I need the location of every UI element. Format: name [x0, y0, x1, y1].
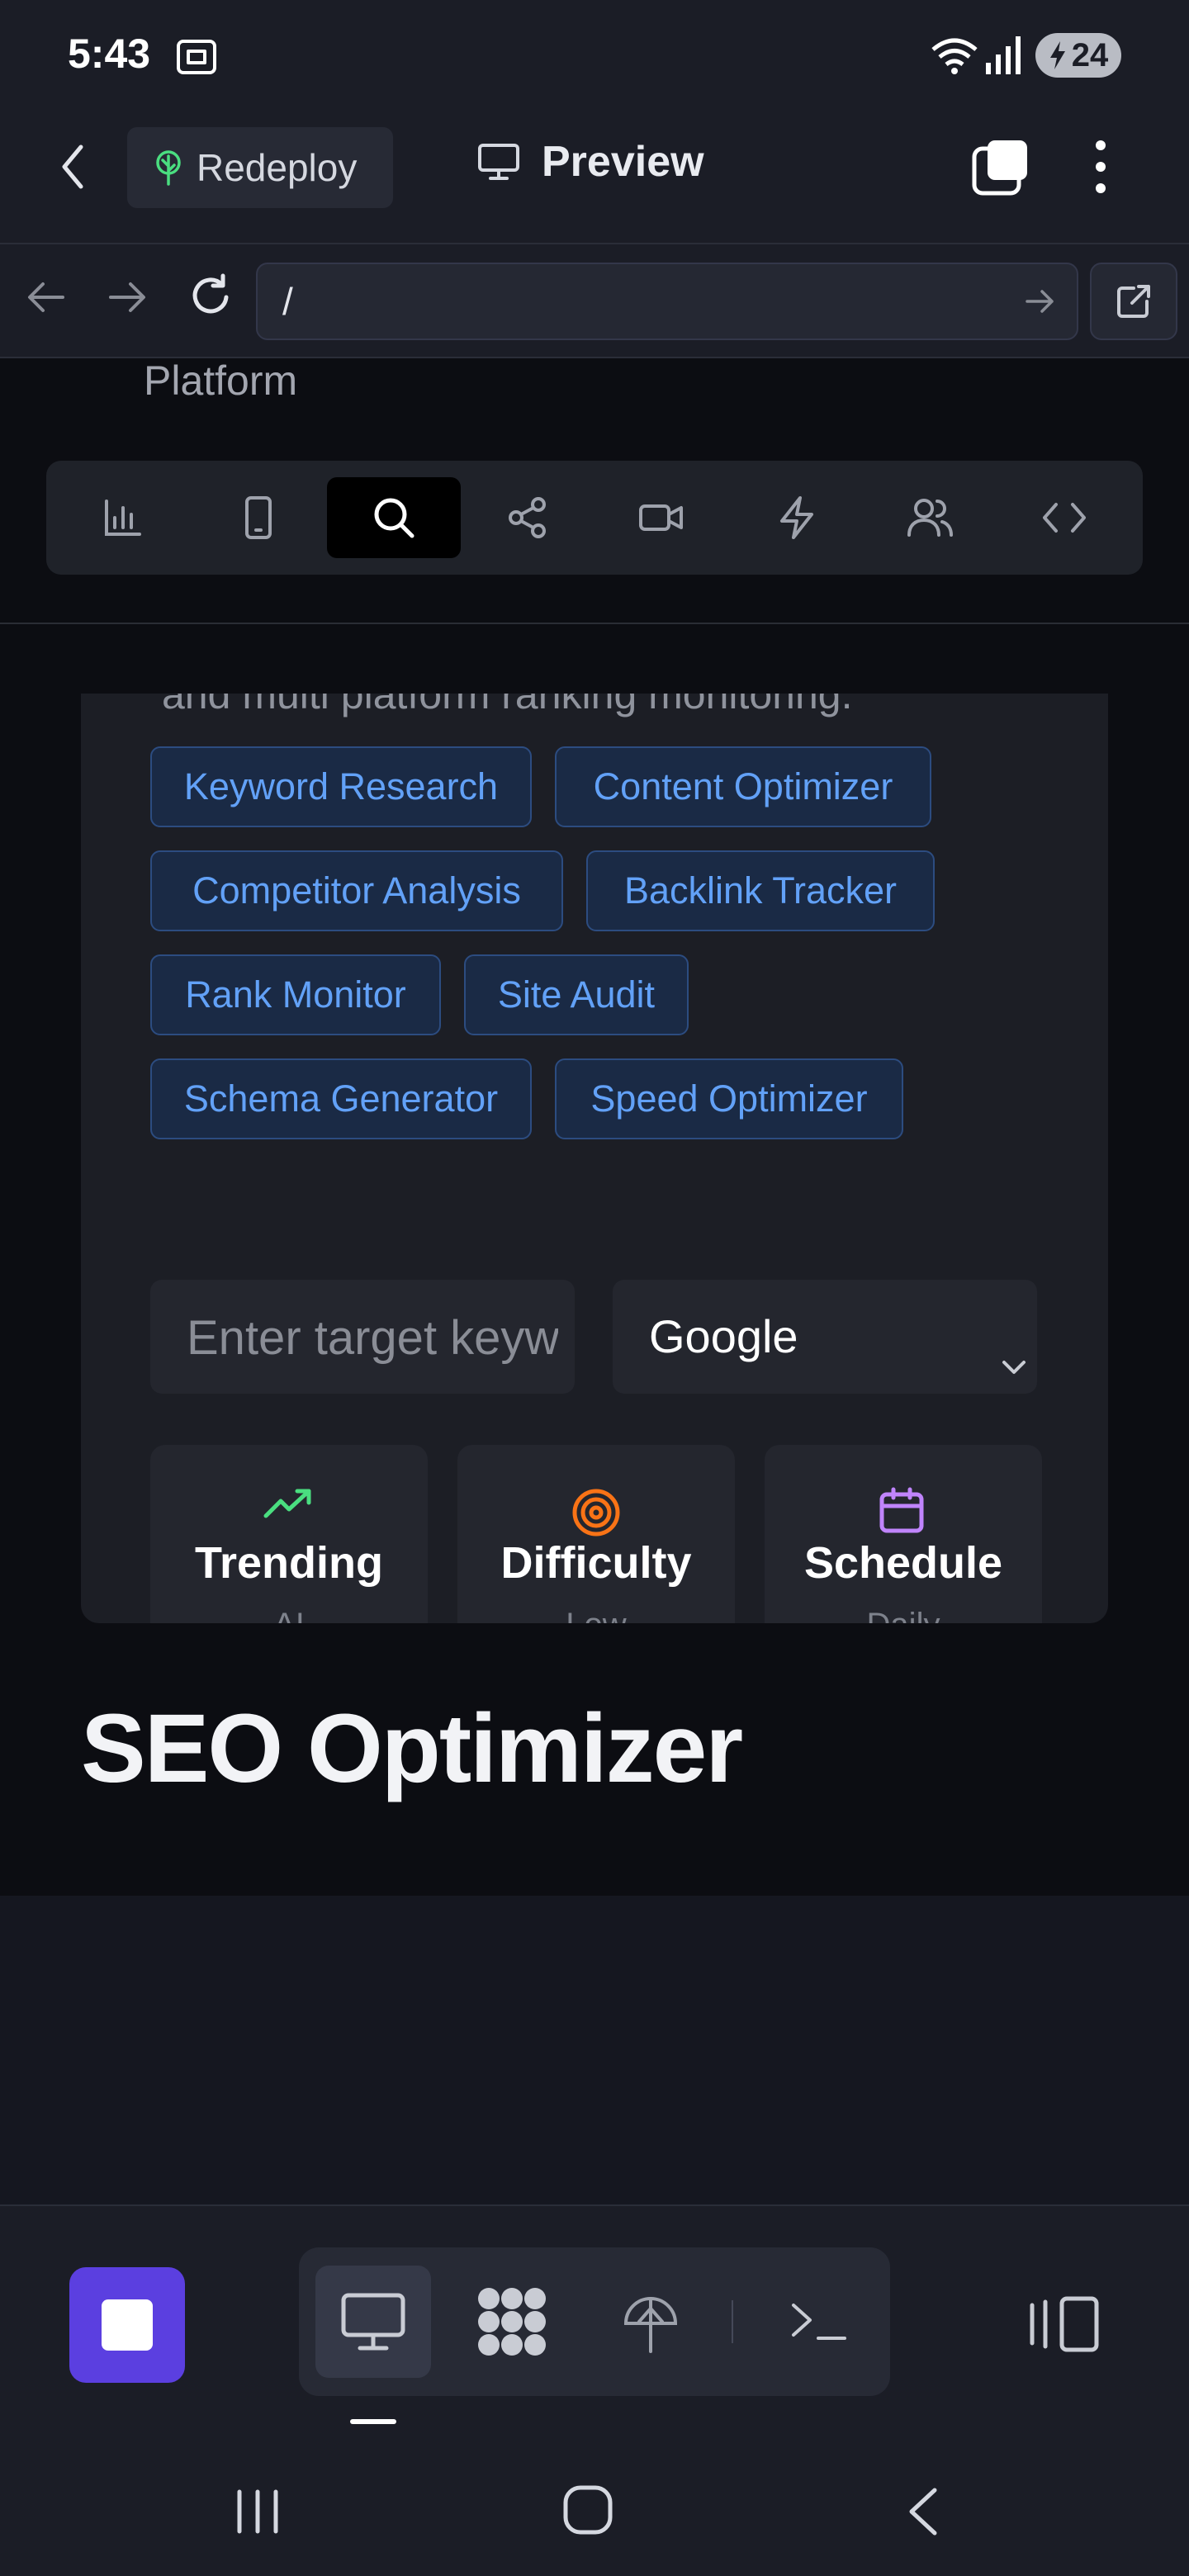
tool-share[interactable] [461, 477, 594, 558]
chip-site-audit[interactable]: Site Audit [464, 954, 689, 1035]
stat-label: Difficulty [500, 1538, 692, 1588]
mode-deploy[interactable] [593, 2266, 708, 2378]
code-icon [1041, 501, 1087, 534]
search-icon [372, 495, 416, 540]
calendar-icon [877, 1486, 926, 1536]
mode-apps[interactable] [454, 2266, 570, 2378]
preview-label: Preview [542, 138, 704, 186]
preview-tab[interactable]: Preview [477, 137, 704, 187]
deploy-icon [621, 2289, 680, 2355]
chip-backlink-tracker[interactable]: Backlink Tracker [586, 850, 935, 931]
page-title: SEO Optimizer [81, 1694, 743, 1803]
keyword-input[interactable] [187, 1305, 558, 1371]
panel-toggle-icon [1029, 2295, 1100, 2353]
reload-icon[interactable] [187, 272, 234, 320]
browser-forward-icon[interactable] [106, 276, 149, 319]
tool-video[interactable] [594, 477, 728, 558]
stat-value: AI [150, 1607, 428, 1623]
chip-schema-generator[interactable]: Schema Generator [150, 1058, 532, 1139]
terminal-icon [790, 2299, 848, 2345]
description-text: and multi platform ranking monitoring. [162, 694, 853, 717]
redeploy-button[interactable]: Redeploy [127, 127, 393, 208]
browser-back-icon[interactable] [25, 276, 68, 319]
stat-trending[interactable]: Trending AI [150, 1445, 428, 1623]
active-mode-indicator [350, 2419, 396, 2424]
seo-tool-card: and multi platform ranking monitoring. K… [81, 694, 1108, 1623]
tool-analytics[interactable] [56, 477, 190, 558]
signal-icon [984, 35, 1022, 76]
mode-desktop[interactable] [315, 2266, 431, 2378]
home-icon[interactable] [561, 2484, 614, 2536]
battery-icon: 24 [1035, 33, 1121, 78]
users-icon [907, 497, 954, 538]
mobile-icon [242, 495, 275, 540]
stat-value: Low [457, 1607, 735, 1623]
external-link-icon [1116, 283, 1152, 320]
trending-up-icon [263, 1486, 315, 1522]
redeploy-label: Redeploy [197, 146, 358, 189]
chip-content-optimizer[interactable]: Content Optimizer [555, 746, 931, 827]
mode-terminal[interactable] [761, 2266, 877, 2378]
stat-value: Daily [765, 1607, 1042, 1623]
apps-icon [476, 2285, 548, 2358]
tool-code[interactable] [997, 477, 1131, 558]
url-bar[interactable] [256, 263, 1078, 340]
tool-users[interactable] [864, 477, 997, 558]
zap-icon [778, 495, 816, 540]
analytics-icon [102, 496, 144, 539]
stat-label: Schedule [803, 1538, 1003, 1588]
wifi-icon [930, 36, 979, 76]
chip-competitor-analysis[interactable]: Competitor Analysis [150, 850, 563, 931]
stop-icon [102, 2299, 153, 2351]
stat-label: Trending [195, 1538, 383, 1588]
video-icon [638, 500, 685, 536]
battery-level: 24 [1071, 36, 1109, 73]
section-divider [0, 623, 1189, 624]
monitor-icon [477, 143, 520, 181]
keyword-input-box[interactable] [150, 1280, 575, 1394]
url-go-icon[interactable] [1024, 287, 1057, 315]
stat-schedule[interactable]: Schedule Daily [765, 1445, 1042, 1623]
recent-apps-icon[interactable] [233, 2487, 282, 2536]
status-time: 5:43 [68, 31, 151, 77]
share-icon [506, 496, 549, 539]
stat-difficulty[interactable]: Difficulty Low [457, 1445, 735, 1623]
target-icon [570, 1486, 623, 1539]
back-button[interactable] [61, 142, 86, 192]
chip-keyword-research[interactable]: Keyword Research [150, 746, 532, 827]
system-back-icon[interactable] [905, 2485, 941, 2538]
engine-selected-value: Google [649, 1310, 798, 1362]
search-engine-select[interactable]: Google [613, 1280, 1037, 1394]
tabs-button[interactable] [971, 137, 1030, 197]
screenshot-icon [175, 36, 218, 78]
chip-speed-optimizer[interactable]: Speed Optimizer [555, 1058, 903, 1139]
chip-rank-monitor[interactable]: Rank Monitor [150, 954, 441, 1035]
tool-zap[interactable] [730, 477, 864, 558]
page-footer-area [0, 1896, 1189, 2204]
platform-text: Platform [144, 358, 298, 404]
url-input[interactable] [282, 272, 1009, 330]
tool-search[interactable] [327, 477, 461, 558]
mode-divider [732, 2300, 733, 2343]
desktop-icon [340, 2292, 406, 2351]
tool-mobile[interactable] [192, 477, 325, 558]
panel-toggle-button[interactable] [1029, 2295, 1100, 2353]
stop-button[interactable] [69, 2267, 185, 2383]
more-options-icon[interactable] [1088, 137, 1113, 197]
tree-icon [154, 149, 183, 186]
open-external-button[interactable] [1090, 263, 1177, 340]
